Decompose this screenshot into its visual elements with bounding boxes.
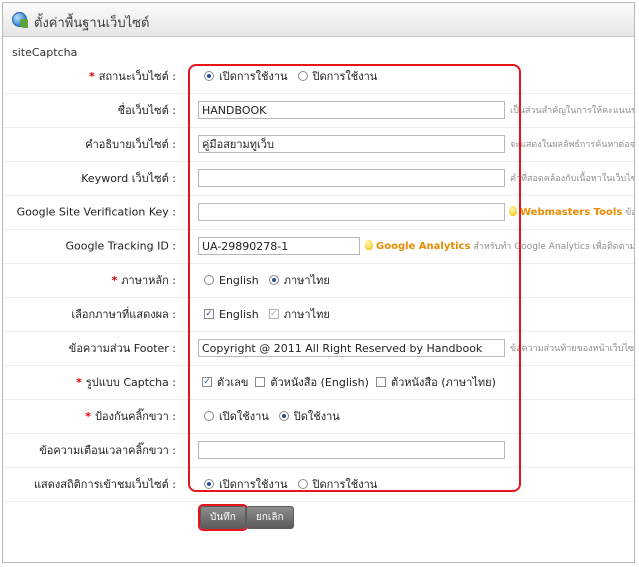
keyword-input[interactable] [198,169,505,187]
row-site-desc: คำอธิบายเว็บไซต์ : จะแสดงในผลลัพธ์การค้น… [3,127,634,162]
checkmark-icon: ✓ [204,309,214,319]
footer-text-hint: ข้อความส่วนท้ายของหน้าเว็บไซต์ [510,344,634,354]
keyword-label: Keyword เว็บไซต์ : [81,172,176,185]
row-keyword: Keyword เว็บไซต์ : คำที่สอดคล้องกับเนื้อ… [3,161,634,196]
visitor-stats-off-radio[interactable]: ปิดการใช้งาน [297,475,377,493]
site-status-label: สถานะเว็บไซต์ : [98,70,176,83]
right-click-off-radio[interactable]: ปิดใช้งาน [278,407,340,425]
checkbox-icon [255,377,266,387]
google-tracking-hint: สำหรับทำ Google Analytics เพื่อติดตามจำน… [473,242,634,252]
google-verify-input[interactable] [198,203,505,221]
footer-text-label: ข้อความส่วน Footer : [68,342,176,355]
google-verify-label: Google Site Verification Key : [16,205,176,219]
panel-title: ตั้งค่าพื้นฐานเว็บไซต์ [34,16,150,31]
captcha-th-checkbox[interactable]: ตัวหนังสือ (ภาษาไทย) [375,373,496,391]
settings-panel: ตั้งค่าพื้นฐานเว็บไซต์ siteCaptcha * สถาน… [2,2,635,563]
main-language-th-radio[interactable]: ภาษาไทย [268,271,330,289]
radio-icon [204,411,214,421]
site-desc-label: คำอธิบายเว็บไซต์ : [85,138,176,151]
row-display-languages: เลือกภาษาที่แสดงผล : ✓ English ✓ ภาษาไทย [3,297,634,332]
row-google-verify: Google Site Verification Key : Webmaster… [3,195,634,230]
site-status-on-radio[interactable]: เปิดการใช้งาน [204,67,288,85]
captcha-number-checkbox[interactable]: ✓ ตัวเลข [202,373,248,391]
captcha-en-checkbox[interactable]: ตัวหนังสือ (English) [255,373,369,391]
google-analytics-link[interactable]: Google Analytics [376,241,470,252]
checkmark-icon: ✓ [268,309,279,319]
display-languages-label: เลือกภาษาที่แสดงผล : [71,308,176,321]
captcha-label: รูปแบบ Captcha : [85,376,176,389]
webmasters-tools-link[interactable]: Webmasters Tools [520,207,622,218]
checkmark-icon: ✓ [202,377,212,387]
lightbulb-icon [509,206,517,216]
site-desc-hint: จะแสดงในผลลัพธ์การค้นหาต่อจาก Title [510,140,634,150]
site-status-off-radio[interactable]: ปิดการใช้งาน [297,67,377,85]
required-marker: * [88,70,95,83]
site-name-label: ชื่อเว็บไซต์ : [117,104,176,117]
display-language-en-checkbox[interactable]: ✓ English [204,308,259,321]
row-right-click-msg: ข้อความเตือนเวลาคลิ๊กขวา : [3,433,634,468]
row-right-click: * ป้องกันคลิ๊กขวา : เปิดใช้งาน ปิดใช้งาน [3,399,634,434]
google-verify-hint: ข้อความ [625,208,634,218]
radio-icon [297,479,308,489]
radio-icon [204,479,214,489]
panel-titlebar: ตั้งค่าพื้นฐานเว็บไซต์ [3,3,634,37]
visitor-stats-label: แสดงสถิติการเข้าชมเว็บไซต์ : [33,478,176,491]
row-visitor-stats: แสดงสถิติการเข้าชมเว็บไซต์ : เปิดการใช้ง… [3,467,634,502]
right-click-msg-label: ข้อความเตือนเวลาคลิ๊กขวา : [39,444,176,457]
site-name-input[interactable] [198,101,505,119]
row-site-status: * สถานะเว็บไซต์ : เปิดการใช้งาน ปิดการใช้… [3,59,634,94]
row-captcha: * รูปแบบ Captcha : ✓ ตัวเลข ตัวหนังสือ (En… [3,365,634,400]
row-main-language: * ภาษาหลัก : English ภาษาไทย [3,263,634,298]
radio-icon [204,71,214,81]
right-click-on-radio[interactable]: เปิดใช้งาน [204,407,269,425]
row-site-name: ชื่อเว็บไซต์ : เป็นส่วนสำคัญในการให้คะแน… [3,93,634,128]
keyword-hint: คำที่สอดคล้องกับเนื้อหาในเว็บไซต์ [510,174,634,184]
visitor-stats-on-radio[interactable]: เปิดการใช้งาน [204,475,288,493]
radio-icon [297,71,308,81]
right-click-label: ป้องกันคลิ๊กขวา : [95,410,176,423]
required-marker: * [76,376,82,389]
radio-icon [268,275,279,285]
save-button[interactable]: บันทึก [200,506,246,529]
main-language-label: ภาษาหลัก : [121,274,176,287]
required-marker: * [111,274,118,287]
row-google-tracking: Google Tracking ID : Google Analytics สำ… [3,229,634,264]
radio-icon [278,411,289,421]
row-footer-text: ข้อความส่วน Footer : ข้อความส่วนท้ายของห… [3,331,634,366]
right-click-msg-input[interactable] [198,441,505,459]
checkbox-icon [375,377,386,387]
footer-text-input[interactable] [198,339,505,357]
lightbulb-icon [365,240,373,250]
site-desc-input[interactable] [198,135,505,153]
radio-icon [204,275,214,285]
site-name-hint: เป็นส่วนสำคัญในการให้คะแนนของ Google [510,106,634,116]
google-tracking-label: Google Tracking ID : [65,239,177,253]
cancel-button[interactable]: ยกเลิก [246,506,294,529]
required-marker: * [85,410,92,423]
main-language-en-radio[interactable]: English [204,274,259,287]
globe-icon [12,12,28,28]
google-tracking-input[interactable] [198,237,360,255]
display-language-th-checkbox[interactable]: ✓ ภาษาไทย [268,305,330,323]
section-label: siteCaptcha [12,46,78,59]
